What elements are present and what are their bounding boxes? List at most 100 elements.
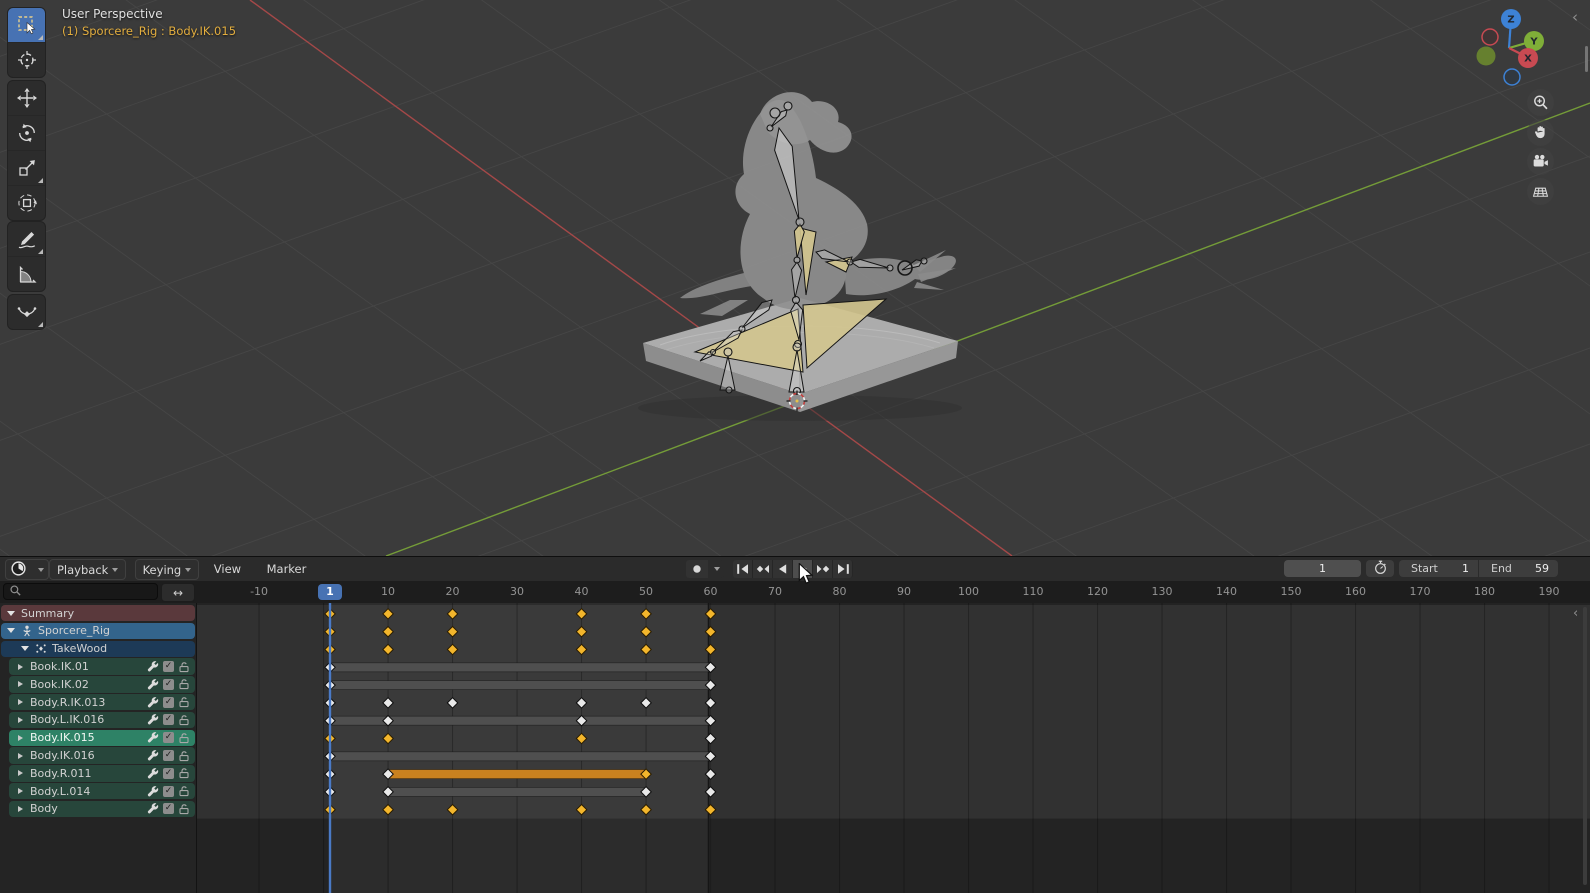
previous-keyframe-button[interactable] xyxy=(753,560,773,578)
mute-checkbox[interactable]: ✓ xyxy=(163,696,174,708)
sidebar-collapse-chevron-icon[interactable]: ‹ xyxy=(1572,10,1578,25)
editor-type-button[interactable] xyxy=(5,559,49,580)
current-frame-field[interactable]: 1 xyxy=(1284,560,1361,577)
mute-checkbox[interactable]: ✓ xyxy=(163,750,174,762)
timeline-ruler[interactable]: -10 10 20 30 40 50 60 70 80 90 100 110 120 130 140 150 1… xyxy=(196,581,1590,603)
hold-bar[interactable] xyxy=(329,680,711,690)
mute-checkbox[interactable]: ✓ xyxy=(163,803,174,815)
channel-Sporcere_Rig[interactable]: Sporcere_Rig xyxy=(1,622,195,640)
channel-Body.IK.015[interactable]: Body.IK.015 ✓ xyxy=(9,729,195,746)
modifier-wrench-icon[interactable] xyxy=(146,678,159,691)
start-frame-field[interactable]: Start 1 xyxy=(1399,562,1478,575)
modifier-wrench-icon[interactable] xyxy=(146,802,159,815)
channel-Summary[interactable]: Summary xyxy=(1,605,195,622)
menu-keying[interactable]: Keying xyxy=(134,559,200,580)
tool-measure-button[interactable] xyxy=(8,256,45,291)
lock-open-icon[interactable] xyxy=(178,696,190,708)
lock-open-icon[interactable] xyxy=(178,661,190,673)
modifier-wrench-icon[interactable] xyxy=(146,767,159,780)
menu-playback[interactable]: Playback xyxy=(49,559,127,580)
selected-hold-bar[interactable] xyxy=(387,769,647,780)
expand--triangle-icon[interactable] xyxy=(18,788,23,795)
channel-search-input[interactable] xyxy=(3,583,158,600)
lock-open-icon[interactable] xyxy=(178,714,190,726)
lock-open-icon[interactable] xyxy=(178,803,190,815)
channel-Book.IK.01[interactable]: Book.IK.01 ✓ xyxy=(9,658,195,675)
expand--triangle-icon[interactable] xyxy=(18,805,23,812)
tool-scale-button[interactable] xyxy=(8,150,45,185)
chevron-down-icon xyxy=(38,567,44,572)
auto-keying-record-button[interactable] xyxy=(686,560,708,578)
keyframe-area[interactable] xyxy=(0,603,1590,893)
stopwatch-icon xyxy=(1373,560,1388,578)
hold-bar[interactable] xyxy=(329,662,711,673)
lock-open-icon[interactable] xyxy=(178,678,190,690)
lock-open-icon[interactable] xyxy=(178,767,190,779)
jump-to-start-button[interactable] xyxy=(733,560,753,578)
modifier-wrench-icon[interactable] xyxy=(146,785,159,798)
tool-transform-button[interactable] xyxy=(8,185,45,220)
channel-Body[interactable]: Body ✓ xyxy=(9,800,195,818)
jump-to-end-button[interactable] xyxy=(833,560,853,578)
tool-tweak-select-box-button[interactable] xyxy=(8,8,45,42)
auto-keying-dropdown[interactable] xyxy=(709,560,724,578)
expand-collapse-triangle-icon[interactable] xyxy=(21,646,29,652)
pan-button[interactable] xyxy=(1527,118,1554,146)
play-button[interactable] xyxy=(793,560,813,578)
tool-annotate-button[interactable] xyxy=(8,222,45,256)
tool-cursor-3d-button[interactable] xyxy=(8,42,45,77)
channel-Body.R.011[interactable]: Body.R.011 ✓ xyxy=(9,765,195,782)
mute-checkbox[interactable]: ✓ xyxy=(163,767,174,779)
expand-collapse-triangle-icon[interactable] xyxy=(7,628,15,634)
mute-checkbox[interactable]: ✓ xyxy=(163,785,174,797)
end-frame-field[interactable]: End 59 xyxy=(1479,562,1558,575)
channel-Body.L.014[interactable]: Body.L.014 ✓ xyxy=(9,783,195,800)
expand--triangle-icon[interactable] xyxy=(18,699,23,706)
expand--triangle-icon[interactable] xyxy=(18,770,23,777)
current-frame-indicator[interactable]: 1 xyxy=(318,584,342,600)
channel-Book.IK.02[interactable]: Book.IK.02 ✓ xyxy=(9,676,195,693)
mute-checkbox[interactable]: ✓ xyxy=(163,732,174,744)
use-preview-range-button[interactable] xyxy=(1366,560,1394,577)
modifier-wrench-icon[interactable] xyxy=(146,696,159,709)
mute-checkbox[interactable]: ✓ xyxy=(163,661,174,673)
menu-view[interactable]: View xyxy=(207,559,248,578)
expand--triangle-icon[interactable] xyxy=(18,752,23,759)
modifier-wrench-icon[interactable] xyxy=(146,749,159,762)
hold-bar[interactable] xyxy=(329,751,711,762)
viewport-scrollbar[interactable] xyxy=(1585,46,1588,72)
3d-viewport[interactable]: User Perspective (1) Sporcere_Rig : Body… xyxy=(0,0,1590,556)
menu-marker[interactable]: Marker xyxy=(260,559,314,578)
mute-checkbox[interactable]: ✓ xyxy=(163,714,174,726)
expand-collapse-triangle-icon[interactable] xyxy=(7,610,15,616)
channel-TakeWood[interactable]: TakeWood xyxy=(1,640,195,657)
channel-Body.L.IK.016[interactable]: Body.L.IK.016 ✓ xyxy=(9,711,195,729)
timeline-scrollbar[interactable] xyxy=(1583,607,1587,885)
expand--triangle-icon[interactable] xyxy=(18,716,23,723)
mute-checkbox[interactable]: ✓ xyxy=(163,678,174,690)
expand--triangle-icon[interactable] xyxy=(18,734,23,741)
tool-move-button[interactable] xyxy=(8,81,45,115)
play-reverse-button[interactable] xyxy=(773,560,793,578)
filter-toggle-button[interactable]: ↔ xyxy=(161,583,195,602)
modifier-wrench-icon[interactable] xyxy=(146,660,159,673)
channel-Body.IK.016[interactable]: Body.IK.016 ✓ xyxy=(9,747,195,764)
viewport-canvas[interactable] xyxy=(0,0,1590,556)
tool-curve-pen-button[interactable] xyxy=(8,295,45,329)
lock-open-icon[interactable] xyxy=(178,750,190,762)
modifier-wrench-icon[interactable] xyxy=(146,731,159,744)
hold-bar[interactable] xyxy=(387,786,647,797)
modifier-wrench-icon[interactable] xyxy=(146,713,159,726)
tool-rotate-button[interactable] xyxy=(8,115,45,150)
lock-open-icon[interactable] xyxy=(178,732,190,744)
zoom-button[interactable] xyxy=(1527,89,1554,116)
expand--triangle-icon[interactable] xyxy=(18,681,23,688)
lock-open-icon[interactable] xyxy=(178,785,190,797)
toggle-projection-button[interactable] xyxy=(1527,178,1554,205)
camera-view-button[interactable] xyxy=(1527,148,1554,175)
next-keyframe-button[interactable] xyxy=(813,560,833,578)
expand--triangle-icon[interactable] xyxy=(18,663,23,670)
channel-Body.R.IK.013[interactable]: Body.R.IK.013 ✓ xyxy=(9,694,195,711)
timeline-collapse-chevron-icon[interactable]: ‹ xyxy=(1573,607,1578,620)
navigation-gizmo[interactable]: Z YX xyxy=(1462,2,1558,98)
